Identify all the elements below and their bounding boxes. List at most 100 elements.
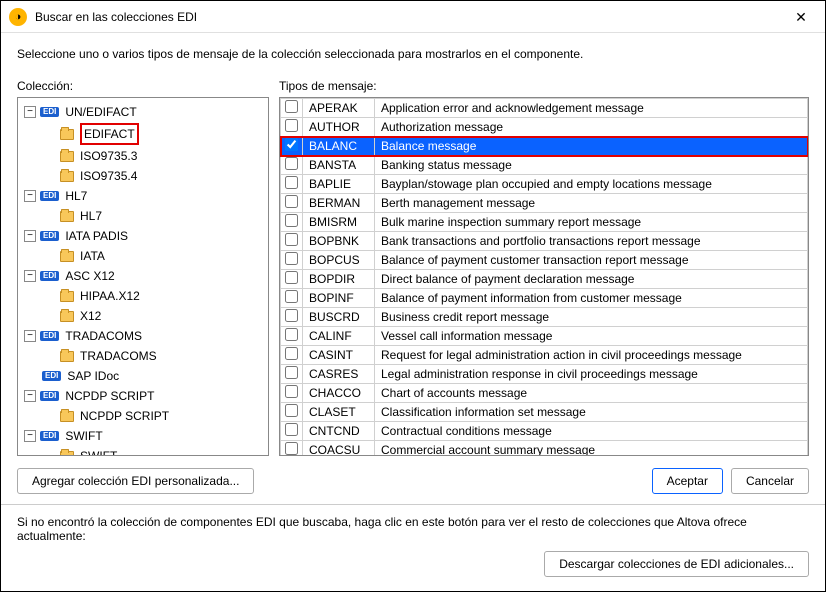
message-row-balanc[interactable]: BALANCBalance message [281, 137, 808, 156]
tree-node-label: HL7 [65, 187, 87, 205]
tree-node-label: EDIFACT [80, 123, 139, 145]
message-checkbox[interactable] [285, 119, 298, 132]
tree-node-ncpdp-script[interactable]: NCPDP SCRIPT [40, 406, 268, 426]
message-checkbox[interactable] [285, 423, 298, 436]
message-checkbox[interactable] [285, 366, 298, 379]
message-description: Direct balance of payment declaration me… [375, 270, 808, 289]
message-row-bopbnk[interactable]: BOPBNKBank transactions and portfolio tr… [281, 232, 808, 251]
message-checkbox[interactable] [285, 290, 298, 303]
message-row-author[interactable]: AUTHORAuthorization message [281, 118, 808, 137]
tree-expander-icon[interactable]: − [24, 230, 36, 242]
tree-node-sap-idoc[interactable]: EDISAP IDoc [22, 366, 268, 386]
cancel-button[interactable]: Cancelar [731, 468, 809, 494]
folder-icon [60, 151, 74, 162]
tree-node-tradacoms[interactable]: −EDITRADACOMS [22, 326, 268, 346]
message-row-baplie[interactable]: BAPLIEBayplan/stowage plan occupied and … [281, 175, 808, 194]
message-row-bopcus[interactable]: BOPCUSBalance of payment customer transa… [281, 251, 808, 270]
titlebar: ◑ Buscar en las colecciones EDI ✕ [1, 1, 825, 33]
message-checkbox[interactable] [285, 385, 298, 398]
download-more-button[interactable]: Descargar colecciones de EDI adicionales… [544, 551, 809, 577]
edi-icon: EDI [40, 271, 59, 281]
message-description: Application error and acknowledgement me… [375, 99, 808, 118]
tree-node-hl7[interactable]: HL7 [40, 206, 268, 226]
tree-node-un-edifact[interactable]: −EDIUN/EDIFACT [22, 102, 268, 122]
message-row-chacco[interactable]: CHACCOChart of accounts message [281, 384, 808, 403]
message-row-bansta[interactable]: BANSTABanking status message [281, 156, 808, 175]
message-checkbox[interactable] [285, 347, 298, 360]
tree-node-edifact[interactable]: EDIFACT [40, 122, 268, 146]
tree-expander-icon[interactable]: − [24, 190, 36, 202]
message-checkbox[interactable] [285, 214, 298, 227]
footer: Si no encontró la colección de component… [1, 504, 825, 591]
collection-tree[interactable]: −EDIUN/EDIFACTEDIFACTISO9735.3ISO9735.4−… [17, 97, 269, 456]
add-custom-collection-button[interactable]: Agregar colección EDI personalizada... [17, 468, 254, 494]
accept-button[interactable]: Aceptar [652, 468, 723, 494]
tree-node-iso9735-4[interactable]: ISO9735.4 [40, 166, 268, 186]
folder-icon [60, 311, 74, 322]
tree-node-label: X12 [80, 307, 101, 325]
tree-node-ncpdp-script[interactable]: −EDINCPDP SCRIPT [22, 386, 268, 406]
message-checkbox[interactable] [285, 252, 298, 265]
message-checkbox[interactable] [285, 271, 298, 284]
message-row-bopdir[interactable]: BOPDIRDirect balance of payment declarat… [281, 270, 808, 289]
folder-icon [60, 251, 74, 262]
tree-node-asc-x12[interactable]: −EDIASC X12 [22, 266, 268, 286]
message-row-berman[interactable]: BERMANBerth management message [281, 194, 808, 213]
messages-table-wrap: APERAKApplication error and acknowledgem… [279, 97, 809, 456]
message-row-coacsu[interactable]: COACSUCommercial account summary message [281, 441, 808, 456]
message-checkbox[interactable] [285, 233, 298, 246]
close-button[interactable]: ✕ [785, 5, 817, 29]
message-code: CNTCND [303, 422, 375, 441]
message-description: Business credit report message [375, 308, 808, 327]
tree-node-x12[interactable]: X12 [40, 306, 268, 326]
message-description: Balance message [375, 137, 808, 156]
tree-expander-icon[interactable]: − [24, 106, 36, 118]
message-checkbox[interactable] [285, 442, 298, 455]
message-row-bopinf[interactable]: BOPINFBalance of payment information fro… [281, 289, 808, 308]
tree-expander-icon[interactable]: − [24, 430, 36, 442]
collection-pane: Colección: −EDIUN/EDIFACTEDIFACTISO9735.… [17, 79, 269, 456]
message-row-aperak[interactable]: APERAKApplication error and acknowledgem… [281, 99, 808, 118]
message-checkbox[interactable] [285, 138, 298, 151]
edi-icon: EDI [42, 371, 61, 381]
tree-expander-icon[interactable]: − [24, 390, 36, 402]
message-checkbox[interactable] [285, 404, 298, 417]
folder-icon [60, 211, 74, 222]
tree-node-hl7[interactable]: −EDIHL7 [22, 186, 268, 206]
tree-node-swift[interactable]: SWIFT [40, 446, 268, 456]
message-checkbox[interactable] [285, 100, 298, 113]
tree-expander-icon[interactable]: − [24, 270, 36, 282]
message-checkbox[interactable] [285, 195, 298, 208]
tree-node-hipaa-x12[interactable]: HIPAA.X12 [40, 286, 268, 306]
message-description: Vessel call information message [375, 327, 808, 346]
tree-node-tradacoms[interactable]: TRADACOMS [40, 346, 268, 366]
message-row-cntcnd[interactable]: CNTCNDContractual conditions message [281, 422, 808, 441]
messages-scroll[interactable]: APERAKApplication error and acknowledgem… [280, 98, 808, 455]
messages-pane: Tipos de mensaje: APERAKApplication erro… [279, 79, 809, 456]
message-row-buscrd[interactable]: BUSCRDBusiness credit report message [281, 308, 808, 327]
message-row-bmisrm[interactable]: BMISRMBulk marine inspection summary rep… [281, 213, 808, 232]
tree-node-label: TRADACOMS [80, 347, 157, 365]
message-code: CLASET [303, 403, 375, 422]
message-description: Chart of accounts message [375, 384, 808, 403]
message-row-casres[interactable]: CASRESLegal administration response in c… [281, 365, 808, 384]
message-description: Banking status message [375, 156, 808, 175]
tree-node-iso9735-3[interactable]: ISO9735.3 [40, 146, 268, 166]
tree-node-swift[interactable]: −EDISWIFT [22, 426, 268, 446]
message-row-claset[interactable]: CLASETClassification information set mes… [281, 403, 808, 422]
message-description: Contractual conditions message [375, 422, 808, 441]
message-checkbox[interactable] [285, 157, 298, 170]
tree-node-iata[interactable]: IATA [40, 246, 268, 266]
message-checkbox[interactable] [285, 309, 298, 322]
tree-expander-icon[interactable]: − [24, 330, 36, 342]
message-row-calinf[interactable]: CALINFVessel call information message [281, 327, 808, 346]
tree-node-iata-padis[interactable]: −EDIIATA PADIS [22, 226, 268, 246]
message-row-casint[interactable]: CASINTRequest for legal administration a… [281, 346, 808, 365]
message-code: CHACCO [303, 384, 375, 403]
folder-icon [60, 411, 74, 422]
message-code: BANSTA [303, 156, 375, 175]
tree-node-label: UN/EDIFACT [65, 103, 136, 121]
message-checkbox[interactable] [285, 328, 298, 341]
tree-node-label: ISO9735.4 [80, 167, 137, 185]
message-checkbox[interactable] [285, 176, 298, 189]
